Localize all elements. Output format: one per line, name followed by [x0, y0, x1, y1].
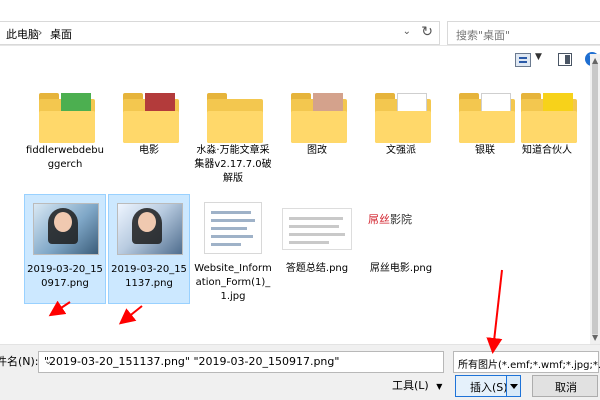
- tools-dropdown-icon: ▼: [436, 382, 443, 391]
- folder-icon: [291, 91, 347, 143]
- brand-text-red: 屌丝: [368, 213, 390, 226]
- folder-icon: [375, 91, 431, 143]
- image-file-item[interactable]: 2019-03-20_151137.png: [108, 194, 190, 304]
- refresh-icon[interactable]: ↻: [421, 24, 433, 40]
- file-list: fiddlerwebdebuggerch 电影 水淼·万能文章采集器v2.17.…: [10, 76, 590, 346]
- image-file-item[interactable]: 屌丝影院 屌丝电影.png: [360, 194, 442, 304]
- image-thumbnail: 屌丝影院: [368, 208, 432, 232]
- scroll-thumb[interactable]: [592, 64, 598, 334]
- scroll-down-icon[interactable]: ▼: [592, 333, 598, 342]
- image-file-item[interactable]: 2019-03-20_150917.png: [24, 194, 106, 304]
- image-thumbnail: [33, 203, 99, 255]
- file-type-dropdown-icon[interactable]: ⌄: [458, 356, 592, 367]
- cancel-button[interactable]: 取消: [532, 375, 598, 397]
- item-label: 文强派: [386, 145, 416, 156]
- item-label: Website_Information_Form(1)_1.jpg: [194, 263, 272, 302]
- brand-text-dark: 影院: [390, 213, 412, 226]
- folder-item[interactable]: 电影: [108, 76, 190, 186]
- dialog-footer: 件名(N): "2019-03-20_151137.png" "2019-03-…: [0, 344, 600, 400]
- document-thumbnail: [204, 202, 262, 254]
- folder-item[interactable]: fiddlerwebdebuggerch: [24, 76, 106, 186]
- view-toolbar: ▼ ?: [0, 46, 600, 76]
- navigation-bar: 此电脑 › 桌面 ⌄ ↻ 搜索"桌面": [0, 0, 600, 46]
- breadcrumb-separator-icon: ›: [38, 26, 43, 39]
- image-file-item[interactable]: Website_Information_Form(1)_1.jpg: [192, 194, 274, 304]
- folder-icon: [521, 91, 577, 143]
- search-placeholder: 搜索"桌面": [456, 29, 511, 42]
- insert-label: 插入(S): [470, 381, 508, 394]
- search-input[interactable]: 搜索"桌面": [447, 21, 600, 45]
- item-label: 屌丝电影.png: [369, 263, 433, 274]
- breadcrumb-this-pc[interactable]: 此电脑: [6, 26, 39, 42]
- folder-item[interactable]: 知道合伙人: [506, 76, 588, 186]
- item-label: 2019-03-20_151137.png: [111, 264, 187, 289]
- item-label: 图改: [307, 145, 327, 156]
- insert-dropdown-icon[interactable]: [506, 376, 520, 396]
- file-type-select[interactable]: 所有图片(*.emf;*.wmf;*.jpg;*.jp ⌄: [453, 351, 600, 373]
- address-dropdown-icon[interactable]: ⌄: [403, 26, 411, 37]
- file-dialog: 此电脑 › 桌面 ⌄ ↻ 搜索"桌面" ▼ ? fiddlerwebdebugg…: [0, 0, 600, 400]
- image-file-item[interactable]: 答题总结.png: [276, 194, 358, 304]
- insert-button[interactable]: 插入(S): [455, 375, 521, 397]
- filename-dropdown-icon[interactable]: ⌄: [44, 356, 437, 367]
- breadcrumb-desktop[interactable]: 桌面: [50, 26, 72, 42]
- filename-label: 件名(N):: [0, 355, 39, 368]
- change-view-icon[interactable]: [515, 53, 531, 67]
- tools-menu-button[interactable]: 工具(L) ▼: [392, 377, 442, 393]
- folder-item[interactable]: 文强派: [360, 76, 442, 186]
- folder-icon: [123, 91, 179, 143]
- tools-label: 工具(L): [392, 379, 429, 392]
- image-thumbnail: [117, 203, 183, 255]
- folder-icon: [207, 91, 263, 143]
- vertical-scrollbar[interactable]: ▲ ▼: [590, 54, 600, 344]
- item-label: fiddlerwebdebuggerch: [26, 145, 104, 170]
- view-dropdown-icon[interactable]: ▼: [535, 52, 542, 62]
- image-thumbnail: [282, 208, 352, 250]
- item-label: 2019-03-20_150917.png: [27, 264, 103, 289]
- item-label: 水淼·万能文章采集器v2.17.7.0破解版: [194, 145, 272, 184]
- item-label: 知道合伙人: [522, 145, 572, 156]
- cancel-label: 取消: [555, 381, 577, 394]
- folder-item[interactable]: 水淼·万能文章采集器v2.17.7.0破解版: [192, 76, 274, 186]
- address-bar[interactable]: 此电脑 › 桌面 ⌄ ↻: [0, 21, 440, 45]
- folder-icon: [39, 91, 95, 143]
- filename-input[interactable]: "2019-03-20_151137.png" "2019-03-20_1509…: [38, 351, 444, 373]
- folder-item[interactable]: 图改: [276, 76, 358, 186]
- item-label: 答题总结.png: [285, 263, 349, 274]
- item-label: 电影: [139, 145, 159, 156]
- preview-pane-icon[interactable]: [558, 53, 572, 66]
